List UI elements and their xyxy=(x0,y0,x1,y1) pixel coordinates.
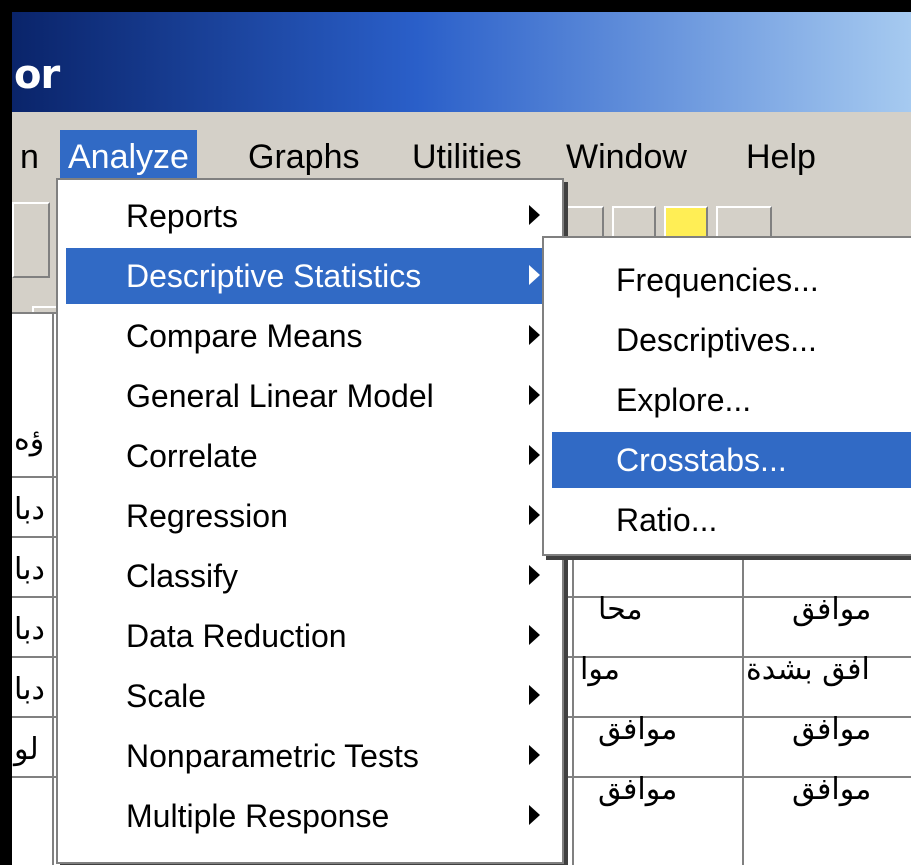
submenu-item-explore[interactable]: Explore... xyxy=(552,372,911,428)
grid-cell[interactable]: لو xyxy=(14,732,39,767)
submenu-arrow-icon xyxy=(529,445,540,465)
grid-cell[interactable]: دبا xyxy=(14,612,45,647)
menu-graphs[interactable]: Graphs xyxy=(240,130,368,184)
analyze-dropdown-menu: Reports Descriptive Statistics Compare M… xyxy=(56,178,564,864)
submenu-arrow-icon xyxy=(529,325,540,345)
menu-item-multiple-response[interactable]: Multiple Response xyxy=(66,788,554,844)
spss-window: or n Analyze Graphs Utilities Window Hel… xyxy=(12,12,911,865)
menu-item-nonparametric-tests[interactable]: Nonparametric Tests xyxy=(66,728,554,784)
submenu-item-frequencies[interactable]: Frequencies... xyxy=(552,252,911,308)
menu-item-label: Descriptive Statistics xyxy=(126,258,422,294)
title-bar: or xyxy=(12,12,911,112)
menu-item-data-reduction[interactable]: Data Reduction xyxy=(66,608,554,664)
menu-item-label: General Linear Model xyxy=(126,378,434,414)
submenu-arrow-icon xyxy=(529,385,540,405)
grid-cell[interactable]: موا xyxy=(580,652,620,687)
submenu-arrow-icon xyxy=(529,265,540,285)
submenu-item-descriptives[interactable]: Descriptives... xyxy=(552,312,911,368)
menu-item-reports[interactable]: Reports xyxy=(66,188,554,244)
descriptive-statistics-submenu: Frequencies... Descriptives... Explore..… xyxy=(542,236,911,556)
menu-item-label: Classify xyxy=(126,558,239,594)
grid-cell[interactable]: دبا xyxy=(14,492,45,527)
grid-cell[interactable]: دبا xyxy=(14,552,45,587)
menu-transform[interactable]: n xyxy=(12,130,47,184)
submenu-arrow-icon xyxy=(529,745,540,765)
menu-window[interactable]: Window xyxy=(558,130,695,184)
menu-item-label: Compare Means xyxy=(126,318,363,354)
menu-item-classify[interactable]: Classify xyxy=(66,548,554,604)
menu-item-label: Nonparametric Tests xyxy=(126,738,419,774)
menu-item-regression[interactable]: Regression xyxy=(66,488,554,544)
menu-item-label: Scale xyxy=(126,678,207,714)
submenu-arrow-icon xyxy=(529,625,540,645)
grid-cell[interactable]: افق بشدة xyxy=(746,652,870,687)
submenu-arrow-icon xyxy=(529,205,540,225)
submenu-arrow-icon xyxy=(529,505,540,525)
menu-utilities[interactable]: Utilities xyxy=(404,130,530,184)
grid-cell[interactable]: دبا xyxy=(14,672,45,707)
grid-cell[interactable]: موافق xyxy=(598,712,677,747)
menu-item-label: Multiple Response xyxy=(126,798,390,834)
menu-item-label: Data Reduction xyxy=(126,618,347,654)
menu-item-label: Correlate xyxy=(126,438,258,474)
grid-cell[interactable]: ؤه xyxy=(14,422,44,457)
grid-cell[interactable]: محا xyxy=(598,592,643,627)
submenu-arrow-icon xyxy=(529,805,540,825)
menu-analyze[interactable]: Analyze xyxy=(60,130,197,184)
menu-item-scale[interactable]: Scale xyxy=(66,668,554,724)
menu-help[interactable]: Help xyxy=(738,130,824,184)
grid-cell[interactable]: موافق xyxy=(792,772,871,807)
grid-cell[interactable]: موافق xyxy=(792,592,871,627)
menu-item-descriptive-statistics[interactable]: Descriptive Statistics xyxy=(66,248,554,304)
menu-item-general-linear-model[interactable]: General Linear Model xyxy=(66,368,554,424)
submenu-item-ratio[interactable]: Ratio... xyxy=(552,492,911,548)
menu-item-label: Reports xyxy=(126,198,239,234)
menu-item-correlate[interactable]: Correlate xyxy=(66,428,554,484)
submenu-arrow-icon xyxy=(529,565,540,585)
menu-item-label: Regression xyxy=(126,498,288,534)
grid-cell[interactable]: موافق xyxy=(598,772,677,807)
menu-item-compare-means[interactable]: Compare Means xyxy=(66,308,554,364)
submenu-item-crosstabs[interactable]: Crosstabs... xyxy=(552,432,911,488)
toolbar-button[interactable] xyxy=(12,202,50,278)
grid-cell[interactable]: موافق xyxy=(792,712,871,747)
window-title: or xyxy=(14,52,60,98)
submenu-arrow-icon xyxy=(529,685,540,705)
